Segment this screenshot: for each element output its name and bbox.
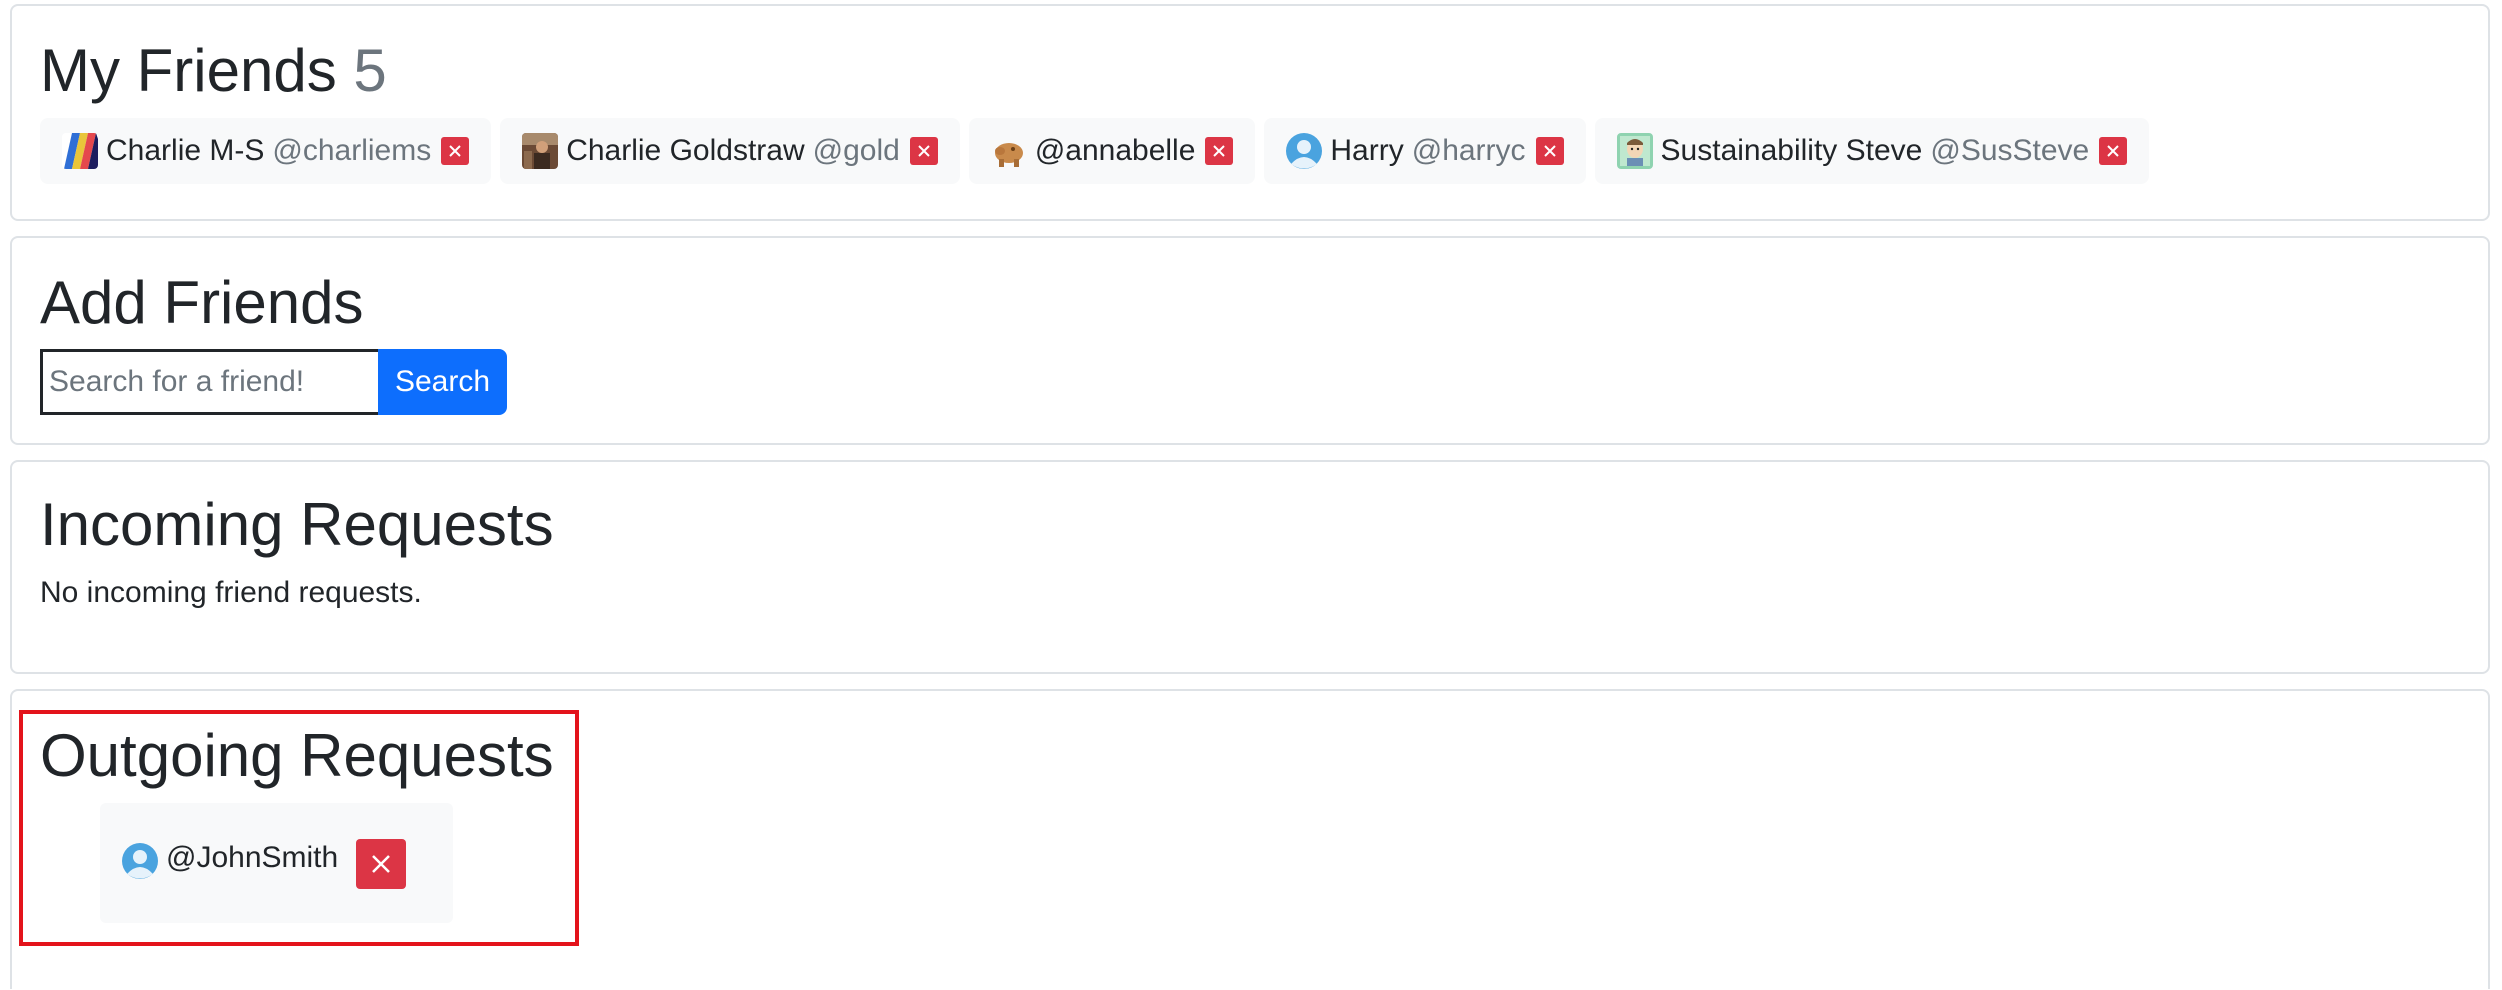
remove-friend-button[interactable] [1535, 137, 1564, 165]
close-icon [918, 145, 930, 157]
friend-chip[interactable]: Sustainability Steve @SusSteve [1594, 118, 2150, 184]
friend-chip[interactable]: Harry @harryc [1264, 118, 1586, 184]
friend-chip[interactable]: @annabelle [968, 118, 1256, 184]
friend-count: 5 [353, 37, 387, 104]
close-icon [2107, 145, 2119, 157]
search-button[interactable]: Search [378, 349, 507, 415]
incoming-empty-text: No incoming friend requests. [40, 576, 422, 609]
close-icon [1543, 145, 1556, 157]
friend-name: Harry [1330, 134, 1404, 167]
photo-avatar-icon [522, 133, 559, 169]
friend-search-form: Search [40, 349, 507, 415]
default-user-avatar-icon [1286, 133, 1323, 169]
remove-friend-button[interactable] [2099, 137, 2128, 165]
remove-friend-button[interactable] [1205, 137, 1234, 165]
cartoon-face-avatar-icon [1616, 133, 1653, 169]
incoming-requests-title: Incoming Requests [40, 491, 554, 558]
friend-handle: @harryc [1411, 134, 1526, 167]
highlight-box [19, 710, 579, 946]
remove-friend-button[interactable] [909, 137, 938, 165]
add-friends-card: Add Friends Search [10, 236, 2490, 445]
friend-chip[interactable]: Charlie M-S @charliems [40, 118, 492, 184]
friend-handle: @gold [812, 134, 900, 167]
remove-friend-button[interactable] [441, 137, 470, 165]
rainbow-stripes-avatar-icon [62, 133, 98, 169]
friend-search-input[interactable] [40, 349, 378, 415]
my-friends-title: My Friends [40, 37, 337, 104]
friend-handle: @SusSteve [1930, 134, 2090, 167]
friend-name: Charlie Goldstraw [566, 134, 805, 167]
incoming-requests-card: Incoming Requests No incoming friend req… [10, 460, 2490, 674]
add-friends-title: Add Friends [40, 269, 364, 336]
friend-name: Sustainability Steve [1660, 134, 1923, 167]
friends-list: Charlie M-S @charliems Charlie Goldstraw… [40, 118, 2150, 184]
friend-name: Charlie M-S [106, 134, 265, 167]
friend-chip[interactable]: Charlie Goldstraw @gold [500, 118, 960, 184]
friend-handle: @charliems [272, 134, 432, 167]
friend-handle: @annabelle [1034, 134, 1196, 167]
my-friends-card: My Friends 5 Charlie M-S @charliems Char… [10, 4, 2490, 221]
my-friends-heading: My Friends 5 [40, 36, 387, 105]
close-icon [449, 145, 461, 157]
pig-emoji-avatar-icon [990, 133, 1027, 169]
close-icon [1213, 145, 1226, 157]
